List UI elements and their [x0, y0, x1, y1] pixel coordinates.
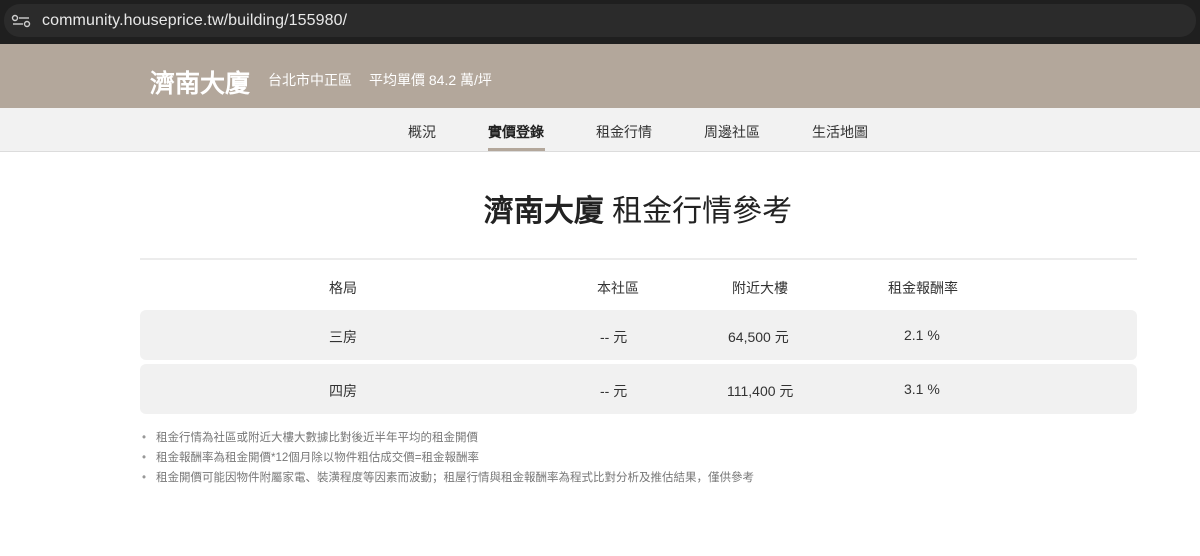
tab-life-map[interactable]: 生活地圖 [812, 122, 868, 142]
average-price: 平均單價 84.2 萬/坪 [369, 72, 492, 88]
column-header-nearby: 附近大樓 [732, 280, 788, 296]
active-tab-indicator [488, 148, 545, 151]
tab-rent[interactable]: 租金行情 [596, 122, 652, 142]
tab-overview[interactable]: 概況 [408, 122, 436, 142]
url-text[interactable]: community.houseprice.tw/building/155980/ [42, 12, 347, 30]
cell-nearby-rent: 111,400 元 [727, 383, 794, 399]
cell-rent-yield: 2.1 % [904, 327, 940, 343]
page-title-building: 濟南大廈 [483, 195, 604, 228]
footnote: 租金開價可能因物件附屬家電、裝潢程度等因素而波動；租屋行情與租金報酬率為程式比對… [140, 468, 1040, 488]
table-row: 三房 -- 元 64,500 元 2.1 % [140, 310, 1137, 360]
cell-community-rent: -- 元 [600, 329, 628, 345]
footnote: 租金報酬率為租金開價*12個月除以物件粗估成交價=租金報酬率 [140, 448, 1040, 468]
building-name: 濟南大廈 [150, 70, 251, 98]
footnote: 租金行情為社區或附近大樓大數據比對後近半年平均的租金開價 [140, 428, 1040, 448]
column-header-layout: 格局 [329, 280, 357, 296]
column-header-yield: 租金報酬率 [888, 280, 958, 296]
footnotes: 租金行情為社區或附近大樓大數據比對後近半年平均的租金開價 租金報酬率為租金開價*… [140, 428, 1040, 488]
cell-community-rent: -- 元 [600, 383, 628, 399]
divider [140, 258, 1137, 260]
tab-transactions[interactable]: 實價登錄 [488, 122, 544, 142]
building-header: 濟南大廈 台北市中正區 平均單價 84.2 萬/坪 [0, 44, 1200, 108]
table-row: 四房 -- 元 111,400 元 3.1 % [140, 364, 1137, 414]
cell-rent-yield: 3.1 % [904, 381, 940, 397]
address-field[interactable]: community.houseprice.tw/building/155980/ [4, 4, 1196, 37]
cell-layout: 三房 [329, 329, 357, 345]
browser-url-bar: community.houseprice.tw/building/155980/ [0, 0, 1200, 44]
tab-bar: 概況 實價登錄 租金行情 周邊社區 生活地圖 [0, 108, 1200, 152]
cell-layout: 四房 [329, 383, 357, 399]
tab-nearby-communities[interactable]: 周邊社區 [704, 122, 760, 142]
cell-nearby-rent: 64,500 元 [728, 329, 789, 345]
page-title-rest: 租金行情參考 [612, 195, 793, 228]
column-header-community: 本社區 [597, 280, 639, 296]
page-title: 濟南大廈 租金行情參考 [0, 186, 1200, 230]
site-settings-icon[interactable] [10, 14, 32, 28]
building-district: 台北市中正區 [268, 72, 352, 88]
